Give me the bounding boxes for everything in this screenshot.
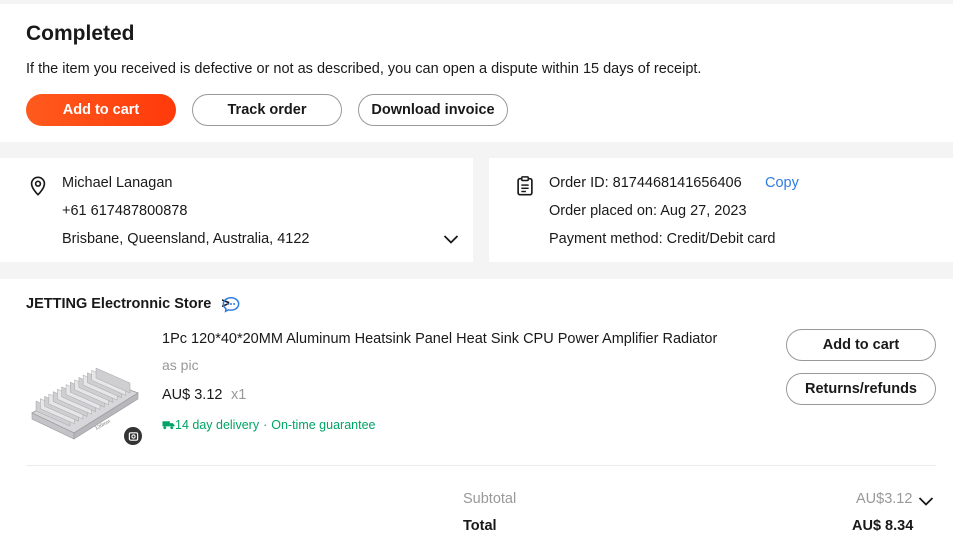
delivery-info: 14 day delivery · On-time guarantee xyxy=(162,418,375,432)
dispute-message: If the item you received is defective or… xyxy=(26,61,702,77)
payment-method: Payment method: Credit/Debit card xyxy=(549,231,776,247)
order-placed-date: Order placed on: Aug 27, 2023 xyxy=(549,203,747,219)
delivery-days: 14 day delivery xyxy=(175,418,260,432)
items-divider xyxy=(26,465,936,466)
truck-icon xyxy=(162,421,175,430)
chevron-down-icon[interactable] xyxy=(443,233,459,245)
item-add-to-cart-button[interactable]: Add to cart xyxy=(786,329,936,361)
location-pin-icon xyxy=(30,176,46,196)
subtotal-label: Subtotal xyxy=(463,491,517,507)
order-status-title: Completed xyxy=(26,22,135,45)
product-sku: as pic xyxy=(162,357,199,373)
product-quantity: x1 xyxy=(231,387,247,403)
recipient-name: Michael Lanagan xyxy=(62,175,173,191)
store-name: JETTING Electronnic Store xyxy=(26,296,212,312)
total-value: AU$ 8.34 xyxy=(852,518,914,534)
chat-bubble-icon[interactable] xyxy=(222,296,240,313)
order-info-card: Order ID: 8174468141656406 Copy Order pl… xyxy=(489,158,953,262)
order-status-card: Completed If the item you received is de… xyxy=(0,4,953,142)
delivery-separator: · xyxy=(263,418,268,432)
clipboard-icon xyxy=(517,176,533,196)
order-id: Order ID: 8174468141656406 xyxy=(549,175,742,191)
download-invoice-button[interactable]: Download invoice xyxy=(358,94,508,126)
product-title[interactable]: 1Pc 120*40*20MM Aluminum Heatsink Panel … xyxy=(162,331,717,347)
camera-icon[interactable] xyxy=(124,427,142,445)
store-link[interactable]: JETTING Electronnic Store > xyxy=(26,296,230,312)
returns-refunds-button[interactable]: Returns/refunds xyxy=(786,373,936,405)
subtotal-value: AU$3.12 xyxy=(856,491,913,507)
product-price: AU$ 3.12 xyxy=(162,387,223,403)
copy-order-id-link[interactable]: Copy xyxy=(765,175,799,191)
recipient-location: Brisbane, Queensland, Australia, 4122 xyxy=(62,231,310,247)
on-time-guarantee: On-time guarantee xyxy=(271,418,376,432)
order-items-card: JETTING Electronnic Store > 120mm 1Pc 12… xyxy=(0,279,953,555)
add-to-cart-button[interactable]: Add to cart xyxy=(26,94,176,126)
shipping-address-card: Michael Lanagan +61 617487800878 Brisban… xyxy=(0,158,473,262)
expand-summary-chevron-down-icon[interactable] xyxy=(918,495,934,507)
recipient-phone: +61 617487800878 xyxy=(62,203,188,219)
track-order-button[interactable]: Track order xyxy=(192,94,342,126)
total-label: Total xyxy=(463,518,497,534)
